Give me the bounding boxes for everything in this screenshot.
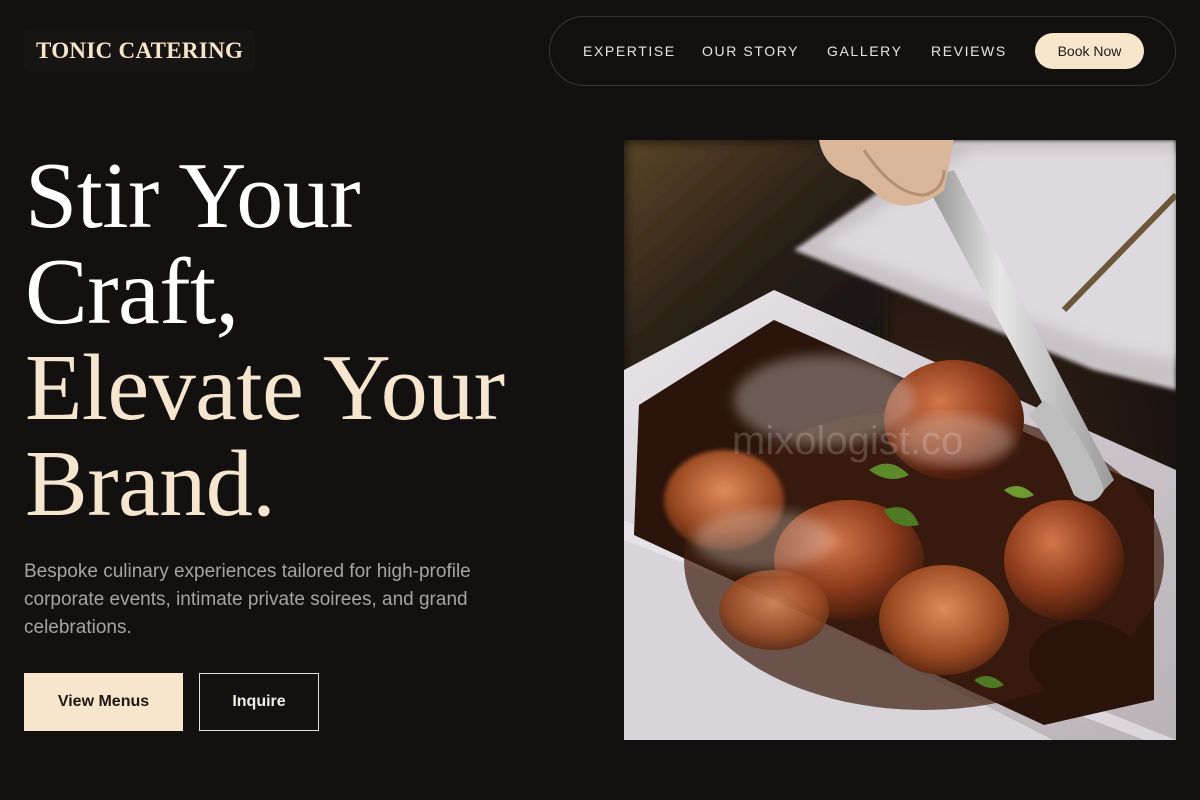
hero-headline: Stir Your Craft, Elevate Your Brand. [25, 148, 505, 532]
book-now-button[interactable]: Book Now [1035, 33, 1144, 69]
nav-link-reviews[interactable]: REVIEWS [931, 17, 1007, 85]
headline-line-3: Elevate Your [25, 336, 505, 440]
nav-link-gallery[interactable]: GALLERY [827, 17, 903, 85]
nav-link-our-story[interactable]: OUR STORY [702, 17, 799, 85]
inquire-button[interactable]: Inquire [199, 673, 319, 731]
view-menus-button[interactable]: View Menus [24, 673, 183, 731]
headline-line-2: Craft, [25, 240, 239, 344]
hero-food-image: mixologist.co [624, 140, 1176, 740]
headline-line-4: Brand. [25, 432, 276, 536]
brand-name: TONIC CATERING [36, 38, 244, 63]
main-nav: EXPERTISE OUR STORY GALLERY REVIEWS Book… [549, 16, 1176, 86]
image-watermark: mixologist.co [732, 419, 963, 463]
nav-link-expertise[interactable]: EXPERTISE [583, 17, 676, 85]
headline-line-1: Stir Your [25, 144, 361, 248]
brand-logo[interactable]: TONIC CATERING [24, 30, 256, 72]
hero-description: Bespoke culinary experiences tailored fo… [24, 561, 471, 638]
